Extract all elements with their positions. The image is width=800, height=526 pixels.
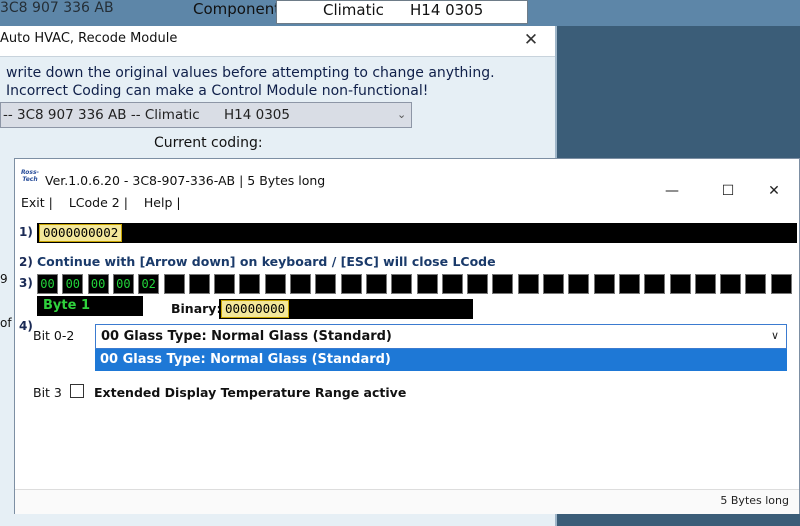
warning-line-2: Incorrect Coding can make a Control Modu… (6, 83, 429, 99)
bit-3-text: Extended Display Temperature Range activ… (94, 385, 407, 400)
byte-cell-empty[interactable] (365, 274, 387, 294)
byte-cell-empty[interactable] (593, 274, 615, 294)
byte-cell-empty[interactable] (669, 274, 691, 294)
byte-cell[interactable]: 00 (62, 274, 84, 294)
status-text: 5 Bytes long (720, 494, 789, 507)
byte-cell-empty[interactable] (214, 274, 236, 294)
status-bar: 5 Bytes long (15, 489, 799, 514)
chevron-down-icon: ∨ (770, 329, 779, 342)
recode-window-title: Auto HVAC, Recode Module (0, 31, 178, 46)
glass-type-select[interactable]: 00 Glass Type: Normal Glass (Standard) ∨ (95, 324, 787, 349)
module-select[interactable]: -- 3C8 907 336 AB -- Climatic H14 0305 ⌄ (0, 102, 412, 128)
chevron-down-icon: ⌄ (397, 108, 407, 121)
maximize-icon[interactable]: ☐ (711, 183, 745, 203)
module-select-text: -- 3C8 907 336 AB -- Climatic (3, 107, 200, 123)
component-value: Climatic (323, 1, 384, 19)
byte-cell-empty[interactable] (644, 274, 666, 294)
partial-part-number: 3C8 907 336 AB (0, 0, 114, 16)
lcode-window: Ross-Tech Ver.1.0.6.20 - 3C8-907-336-AB … (14, 158, 800, 514)
byte-cell-empty[interactable] (239, 274, 261, 294)
coding-input[interactable]: 0000000002 (37, 223, 797, 243)
byte-cell-empty[interactable] (441, 274, 463, 294)
glass-type-option[interactable]: 00 Glass Type: Normal Glass (Standard) (95, 349, 787, 371)
byte-cell-empty[interactable] (568, 274, 590, 294)
lcode-window-title: Ver.1.0.6.20 - 3C8-907-336-AB | 5 Bytes … (45, 173, 326, 188)
byte-cell[interactable]: 00 (87, 274, 109, 294)
bit-3-label: Bit 3 (33, 385, 62, 400)
bit-3-checkbox[interactable] (70, 384, 84, 398)
menu-bar: Exit | LCode 2 | Help | (21, 195, 193, 210)
component-version: H14 0305 (410, 1, 484, 19)
byte-cell-empty[interactable] (188, 274, 210, 294)
byte-cell-empty[interactable] (467, 274, 489, 294)
edge-fragment: of (0, 316, 12, 330)
byte-cell-empty[interactable] (618, 274, 640, 294)
edge-fragment: 9 (0, 272, 8, 286)
byte-cell-empty[interactable] (391, 274, 413, 294)
recode-close-icon[interactable]: ✕ (518, 29, 544, 51)
byte-cell-empty[interactable] (264, 274, 286, 294)
byte-cell-empty[interactable] (745, 274, 767, 294)
glass-type-selected: 00 Glass Type: Normal Glass (Standard) (101, 329, 392, 344)
byte-cell-empty[interactable] (416, 274, 438, 294)
ross-tech-logo: Ross-Tech (20, 169, 40, 185)
module-select-version: H14 0305 (224, 107, 290, 123)
logo-text: Ross-Tech (20, 169, 40, 183)
current-coding-label: Current coding: (154, 135, 263, 151)
instruction-text: Continue with [Arrow down] on keyboard /… (37, 254, 496, 269)
byte-cell-empty[interactable] (770, 274, 792, 294)
byte-cell-empty[interactable] (340, 274, 362, 294)
byte-cell-empty[interactable] (163, 274, 185, 294)
byte-cell-empty[interactable] (543, 274, 564, 294)
row-number: 4) (19, 319, 33, 333)
bit-0-2-label: Bit 0-2 (33, 328, 75, 343)
byte-label: Byte 1 (37, 296, 143, 316)
byte-cell-empty[interactable] (315, 274, 337, 294)
row-number: 3) (19, 276, 33, 290)
component-field: Climatic H14 0305 (276, 0, 528, 24)
component-label: Component: (193, 0, 286, 18)
binary-value: 00000000 (221, 300, 290, 318)
recode-titlebar: Auto HVAC, Recode Module ✕ (0, 26, 555, 57)
row-number: 1) (19, 225, 33, 239)
byte-cell[interactable]: 02 (138, 274, 160, 294)
byte-cell-empty[interactable] (290, 274, 311, 294)
coding-value: 0000000002 (39, 224, 123, 242)
menu-lcode-2[interactable]: LCode 2 | (69, 195, 128, 210)
byte-cell-empty[interactable] (720, 274, 742, 294)
minimize-icon[interactable]: — (655, 183, 689, 203)
byte-cell-empty[interactable] (517, 274, 539, 294)
close-icon[interactable]: ✕ (757, 183, 791, 203)
lcode-titlebar: Ross-Tech Ver.1.0.6.20 - 3C8-907-336-AB … (15, 159, 800, 199)
menu-help[interactable]: Help | (144, 195, 181, 210)
warning-line-1: write down the original values before at… (6, 65, 495, 81)
binary-field[interactable]: 00000000 (219, 299, 473, 319)
menu-exit[interactable]: Exit | (21, 195, 53, 210)
byte-cell-empty[interactable] (694, 274, 716, 294)
byte-cell[interactable]: 00 (112, 274, 134, 294)
byte-cell[interactable]: 00 (37, 274, 58, 294)
row-number: 2) (19, 255, 33, 269)
byte-cell-empty[interactable] (492, 274, 514, 294)
binary-label: Binary: (171, 301, 222, 316)
